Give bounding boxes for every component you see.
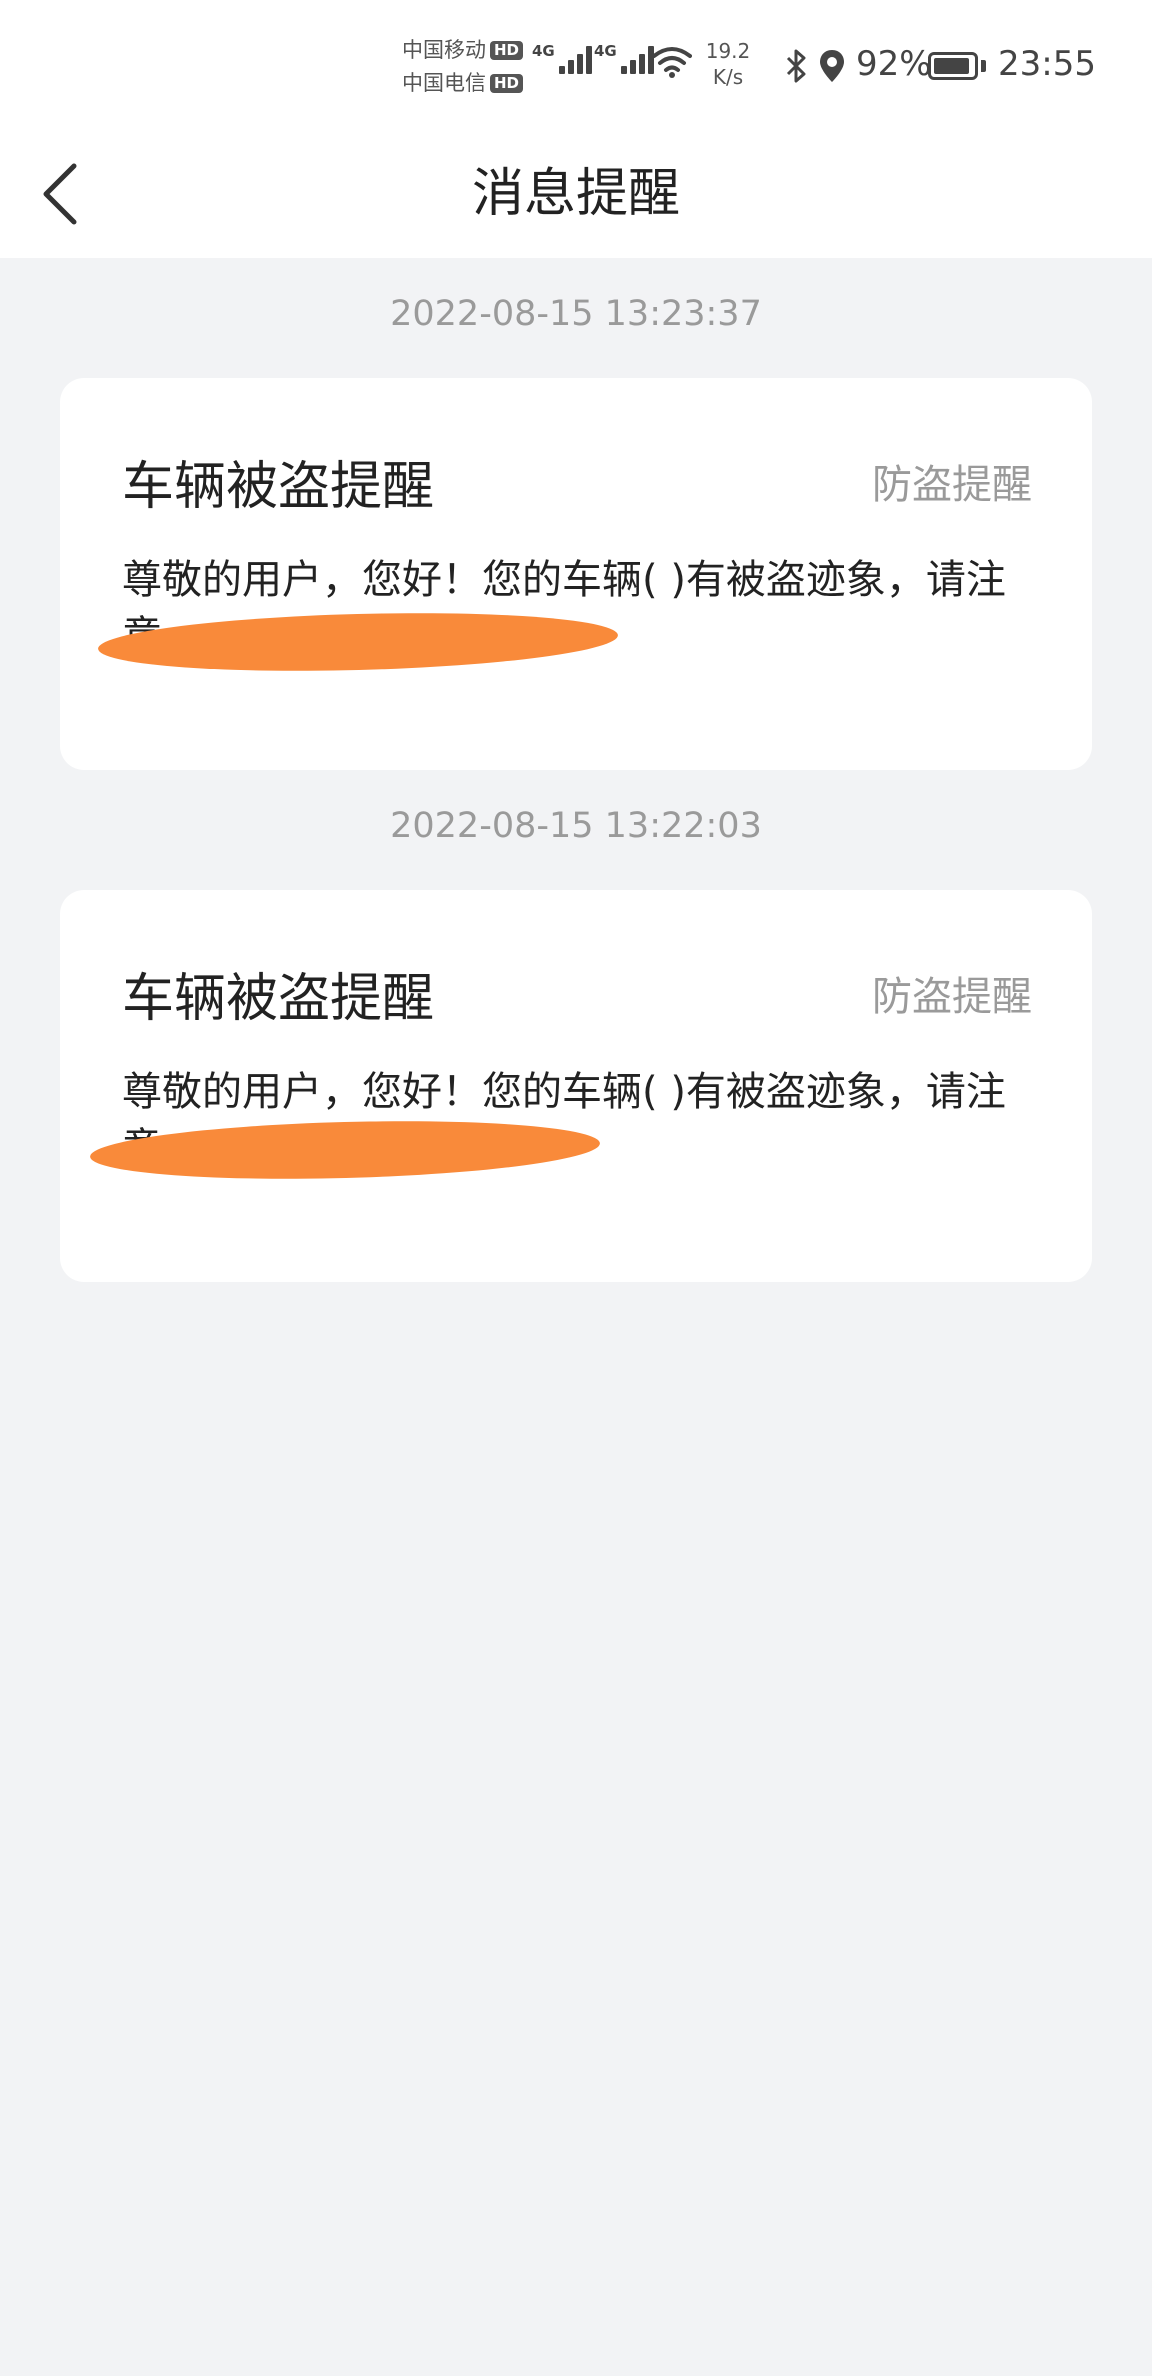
status-bar: 中国移动 HD 中国电信 HD 4G 4G 19.2 K/s 92% 23:55 bbox=[0, 0, 1152, 130]
network-type: 4G bbox=[594, 42, 617, 60]
carrier-name: 中国移动 bbox=[402, 38, 486, 62]
header: 消息提醒 bbox=[0, 130, 1152, 258]
battery-percent: 92% bbox=[856, 44, 932, 84]
battery-tip bbox=[981, 60, 986, 72]
message-title: 车辆被盗提醒 bbox=[122, 457, 435, 517]
signal-icon: 4G bbox=[594, 42, 657, 74]
message-tag: 防盗提醒 bbox=[872, 974, 1032, 1020]
hd-badge: HD bbox=[490, 41, 524, 60]
speed-unit: K/s bbox=[712, 65, 744, 89]
message-card[interactable]: 车辆被盗提醒 防盗提醒 尊敬的用户，您好！您的车辆( )有被盗迹象，请注意 bbox=[60, 890, 1092, 1282]
hd-badge: HD bbox=[490, 74, 524, 93]
battery-icon bbox=[928, 52, 978, 80]
message-tag: 防盗提醒 bbox=[872, 462, 1032, 508]
wifi-icon bbox=[652, 47, 692, 78]
back-button[interactable] bbox=[40, 140, 140, 248]
clock: 23:55 bbox=[998, 44, 1096, 84]
bluetooth-icon bbox=[786, 49, 806, 83]
battery-level bbox=[934, 58, 969, 74]
message-timestamp: 2022-08-15 13:23:37 bbox=[390, 294, 762, 334]
message-card[interactable]: 车辆被盗提醒 防盗提醒 尊敬的用户，您好！您的车辆( )有被盗迹象，请注意 bbox=[60, 378, 1092, 770]
carrier-info: 中国移动 HD 中国电信 HD bbox=[402, 34, 524, 100]
message-title: 车辆被盗提醒 bbox=[122, 969, 435, 1029]
location-icon bbox=[820, 50, 844, 82]
carrier-name: 中国电信 bbox=[402, 71, 486, 95]
message-timestamp: 2022-08-15 13:22:03 bbox=[390, 806, 762, 846]
network-speed: 19.2 K/s bbox=[700, 38, 756, 90]
speed-value: 19.2 bbox=[705, 39, 751, 63]
signal-icon: 4G bbox=[532, 42, 595, 74]
chevron-left-icon[interactable] bbox=[40, 162, 80, 226]
network-type: 4G bbox=[532, 42, 555, 60]
page-title: 消息提醒 bbox=[471, 164, 680, 224]
